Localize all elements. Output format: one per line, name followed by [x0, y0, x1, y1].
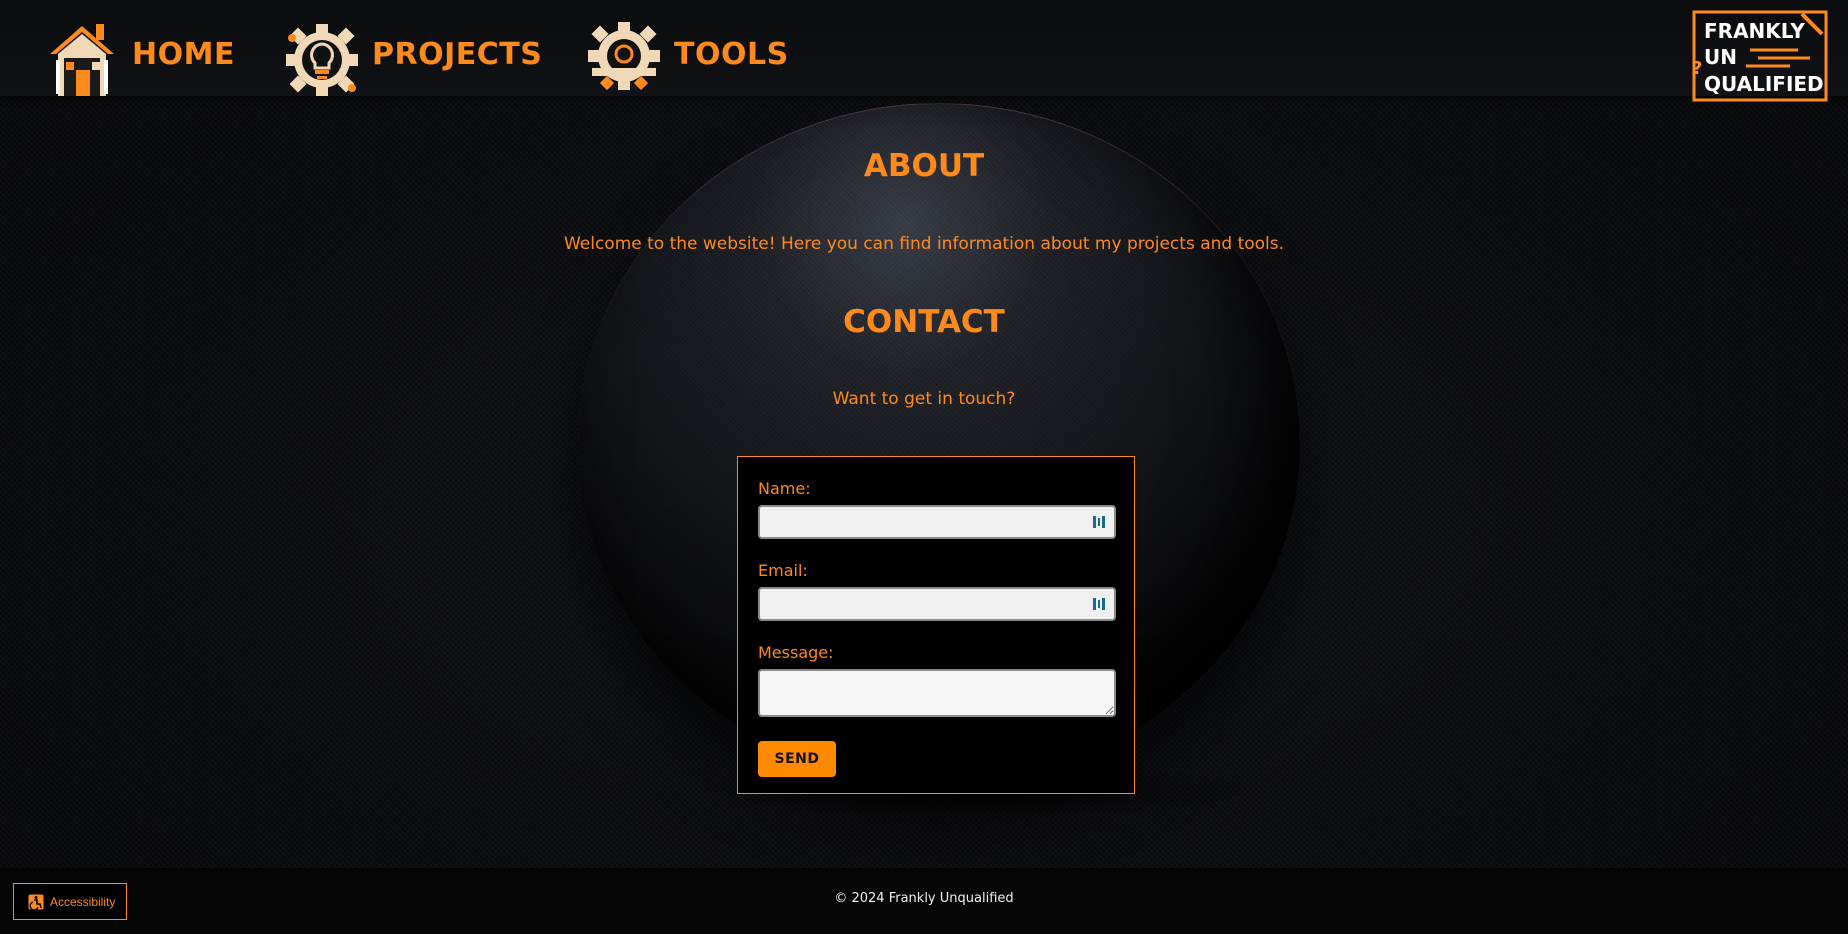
site-logo[interactable]: FRANKLY UN QUALIFIED ?	[1690, 8, 1830, 104]
nav-projects-label: PROJECTS	[372, 36, 543, 72]
nav-projects-link[interactable]: PROJECTS	[282, 18, 542, 98]
autofill-key-icon[interactable]	[1092, 514, 1106, 530]
send-button[interactable]: SEND	[758, 741, 836, 777]
contact-form: Name: Email: Message: SEND	[737, 456, 1135, 794]
logo-line-3: QUALIFIED	[1704, 72, 1824, 96]
gear-tools-icon	[588, 22, 660, 91]
logo-line-2: UN	[1704, 45, 1737, 69]
email-label: Email:	[758, 561, 808, 580]
about-heading: ABOUT	[863, 148, 985, 184]
autofill-key-icon[interactable]	[1092, 596, 1106, 612]
name-input[interactable]	[758, 505, 1116, 539]
nav-home-label: HOME	[132, 36, 235, 72]
house-icon	[50, 24, 114, 96]
message-label: Message:	[758, 643, 834, 662]
contact-heading: CONTACT	[843, 304, 1005, 340]
nav-home-link[interactable]: HOME	[42, 18, 235, 98]
copyright-text: © 2024 Frankly Unqualified	[834, 891, 1014, 906]
contact-text: Want to get in touch?	[832, 389, 1016, 409]
message-textarea[interactable]	[758, 669, 1116, 717]
footer: Accessibility © 2024 Frankly Unqualified	[0, 868, 1848, 934]
logo-line-1: FRANKLY	[1704, 19, 1805, 43]
navbar: HOME PROJECTS TOOLS	[0, 0, 1848, 96]
nav-tools-label: TOOLS	[674, 36, 789, 72]
frankly-unqualified-logo: FRANKLY UN QUALIFIED ?	[1692, 10, 1828, 102]
nav-tools-link[interactable]: TOOLS	[584, 18, 789, 98]
page: HOME PROJECTS TOOLS FRANKLY UN QUALIFIED…	[0, 0, 1848, 934]
gear-lightbulb-icon	[286, 24, 358, 96]
about-text: Welcome to the website! Here you can fin…	[563, 234, 1285, 254]
email-input[interactable]	[758, 587, 1116, 621]
name-label: Name:	[758, 479, 811, 498]
svg-text:?: ?	[1692, 58, 1702, 79]
